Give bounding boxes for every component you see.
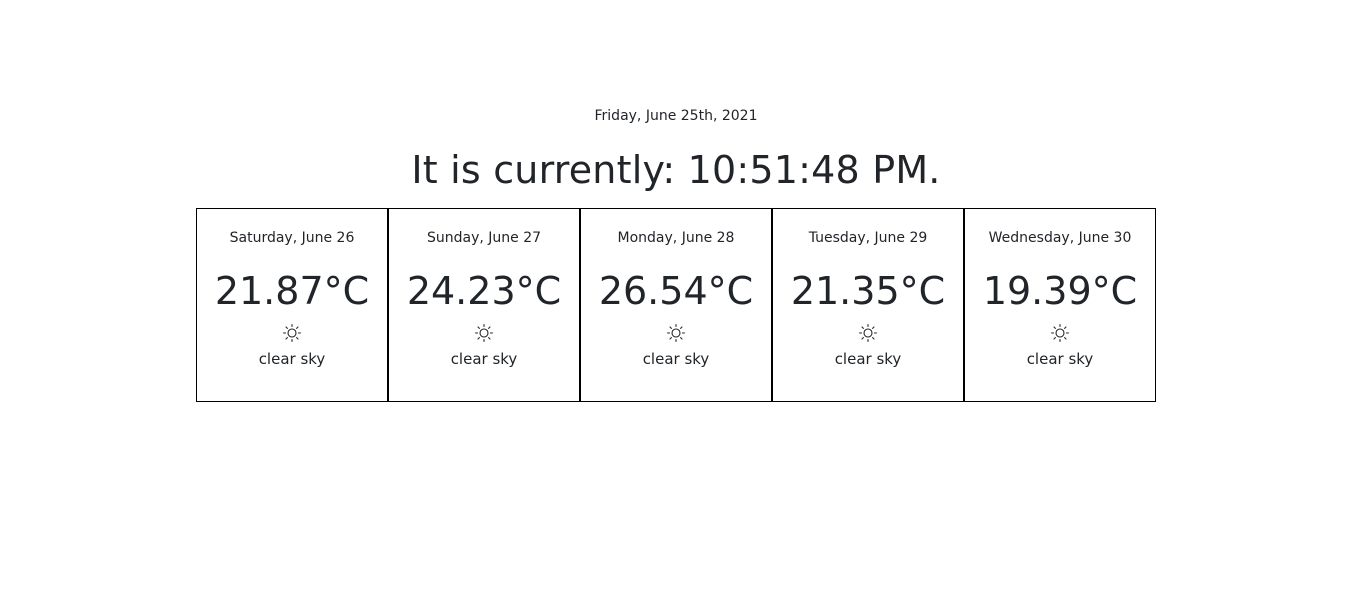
forecast-temperature: 26.54°C: [598, 269, 754, 313]
sun-icon: [858, 323, 878, 343]
current-date: Friday, June 25th, 2021: [594, 108, 758, 124]
forecast-description: clear sky: [450, 350, 518, 368]
sun-icon: [474, 323, 494, 343]
current-time-heading: It is currently: 10:51:48 PM.: [411, 148, 941, 192]
forecast-day: Saturday, June 26: [229, 230, 355, 246]
forecast-description: clear sky: [258, 350, 326, 368]
forecast-day: Sunday, June 27: [426, 230, 542, 246]
forecast-temperature: 24.23°C: [406, 269, 562, 313]
forecast-card: Monday, June 28 26.54°C clear sky: [580, 208, 772, 402]
forecast-temperature: 19.39°C: [982, 269, 1138, 313]
forecast-card: Sunday, June 27 24.23°C clear sky: [388, 208, 580, 402]
forecast-temperature: 21.87°C: [214, 269, 370, 313]
sun-icon: [1050, 323, 1070, 343]
forecast-card: Tuesday, June 29 21.35°C clear sky: [772, 208, 964, 402]
forecast-card: Saturday, June 26 21.87°C clear sky: [196, 208, 388, 402]
forecast-temperature: 21.35°C: [790, 269, 946, 313]
forecast-row: Saturday, June 26 21.87°C clear sky Sund…: [196, 208, 1156, 402]
forecast-day: Monday, June 28: [617, 230, 735, 246]
forecast-description: clear sky: [642, 350, 710, 368]
forecast-card: Wednesday, June 30 19.39°C clear sky: [964, 208, 1156, 402]
forecast-description: clear sky: [834, 350, 902, 368]
sun-icon: [282, 323, 302, 343]
forecast-description: clear sky: [1026, 350, 1094, 368]
sun-icon: [666, 323, 686, 343]
forecast-day: Wednesday, June 30: [988, 230, 1132, 246]
forecast-day: Tuesday, June 29: [808, 230, 928, 246]
